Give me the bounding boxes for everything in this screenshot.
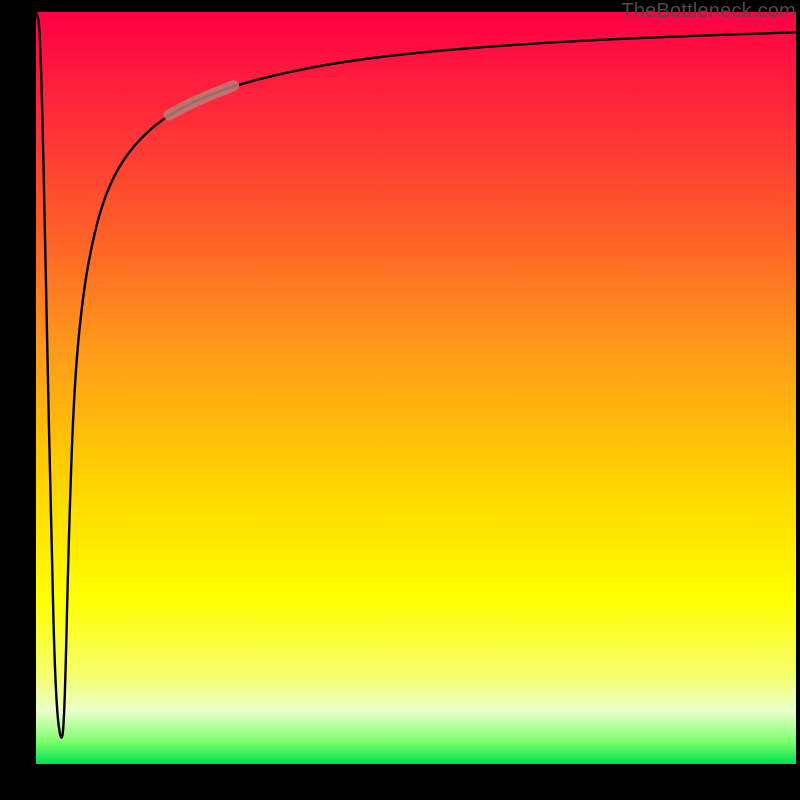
curve-path (36, 12, 796, 738)
bottleneck-curve (36, 12, 796, 764)
plot-area (36, 12, 796, 764)
chart-frame: TheBottleneck.com (0, 0, 800, 800)
curve-highlight (169, 86, 234, 115)
attribution-label: TheBottleneck.com (621, 0, 796, 23)
